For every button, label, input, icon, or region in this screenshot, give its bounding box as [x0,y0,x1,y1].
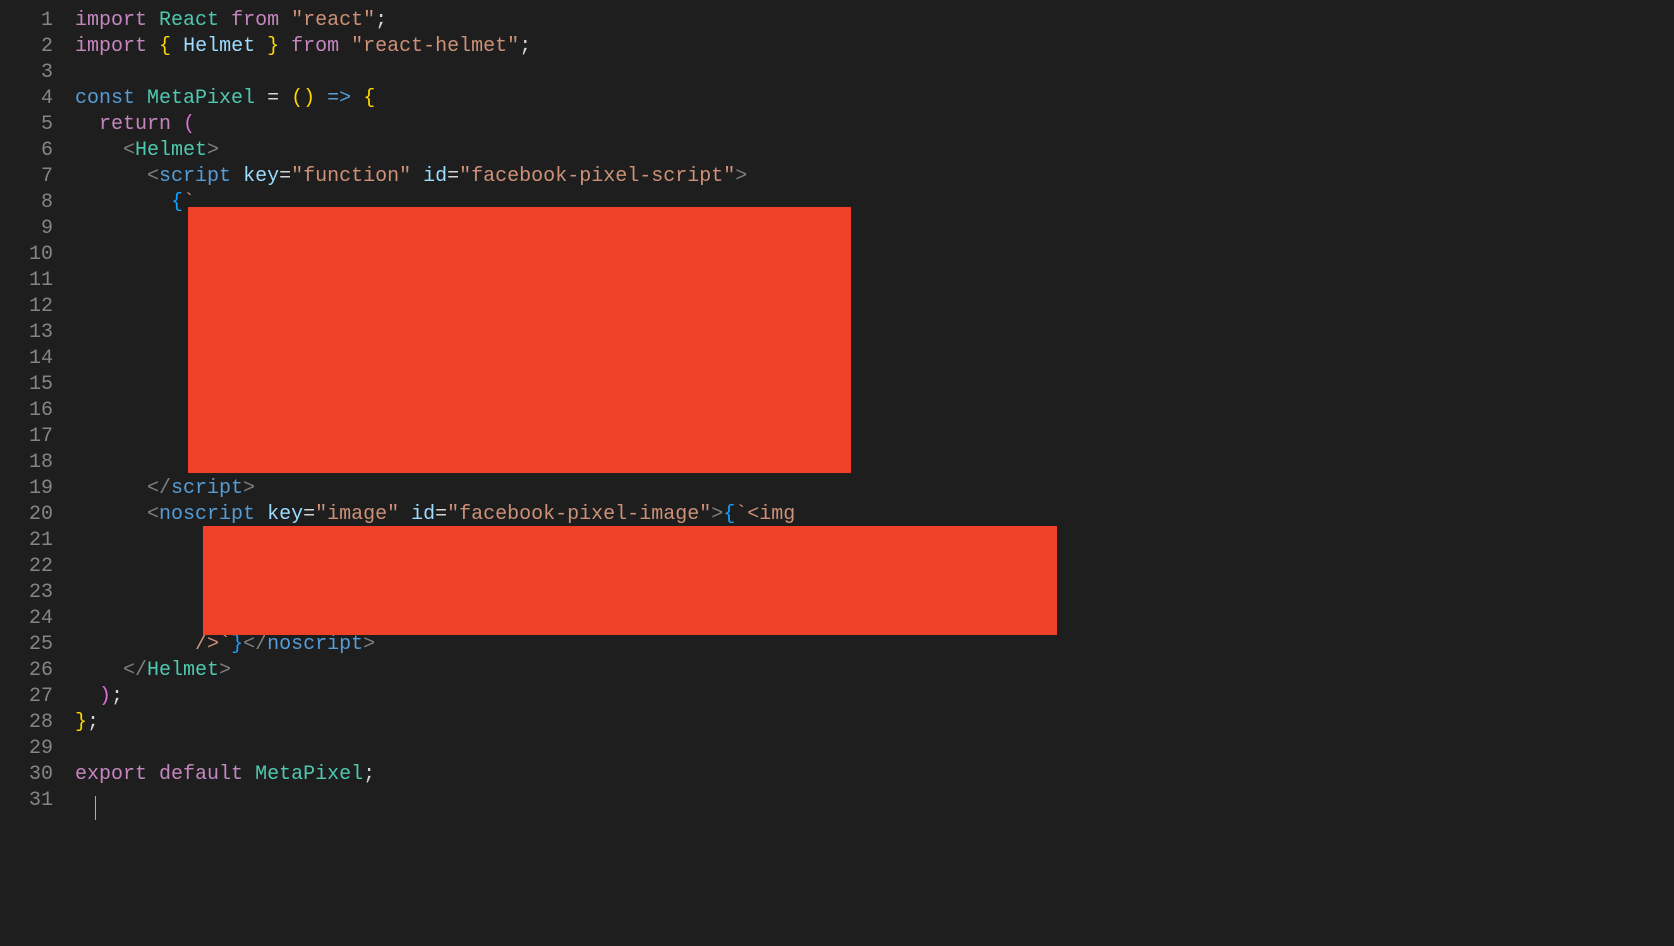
line-number: 11 [0,268,53,294]
line-number: 21 [0,528,53,554]
line-number: 2 [0,34,53,60]
line-number: 28 [0,710,53,736]
code-line[interactable]: import React from "react"; [75,8,1674,34]
line-number: 17 [0,424,53,450]
code-line[interactable]: return ( [75,112,1674,138]
code-editor[interactable]: 1 2 3 4 5 6 7 8 9 10 11 12 13 14 15 16 1… [0,0,1674,946]
line-number: 19 [0,476,53,502]
redaction-block [188,207,851,473]
line-number: 1 [0,8,53,34]
code-line[interactable]: ); [75,684,1674,710]
code-line[interactable]: }; [75,710,1674,736]
line-number: 18 [0,450,53,476]
line-number: 5 [0,112,53,138]
line-number: 10 [0,242,53,268]
code-line[interactable]: />`}</noscript> [75,632,1674,658]
line-number-gutter: 1 2 3 4 5 6 7 8 9 10 11 12 13 14 15 16 1… [0,8,75,946]
code-line[interactable]: <script key="function" id="facebook-pixe… [75,164,1674,190]
line-number: 27 [0,684,53,710]
line-number: 12 [0,294,53,320]
line-number: 22 [0,554,53,580]
code-line[interactable]: <noscript key="image" id="facebook-pixel… [75,502,1674,528]
line-number: 20 [0,502,53,528]
code-line[interactable]: export default MetaPixel; [75,762,1674,788]
code-line[interactable]: <Helmet> [75,138,1674,164]
code-line[interactable]: const MetaPixel = () => { [75,86,1674,112]
line-number: 30 [0,762,53,788]
code-area[interactable]: import React from "react"; import { Helm… [75,8,1674,946]
code-line[interactable] [75,736,1674,762]
line-number: 24 [0,606,53,632]
line-number: 4 [0,86,53,112]
line-number: 23 [0,580,53,606]
text-cursor [95,796,96,820]
code-line[interactable] [75,788,1674,814]
line-number: 3 [0,60,53,86]
code-line[interactable]: import { Helmet } from "react-helmet"; [75,34,1674,60]
code-line[interactable]: </script> [75,476,1674,502]
line-number: 31 [0,788,53,814]
line-number: 13 [0,320,53,346]
line-number: 29 [0,736,53,762]
line-number: 15 [0,372,53,398]
line-number: 26 [0,658,53,684]
code-line[interactable]: </Helmet> [75,658,1674,684]
line-number: 25 [0,632,53,658]
line-number: 16 [0,398,53,424]
redaction-block [203,526,1057,635]
line-number: 9 [0,216,53,242]
code-line[interactable] [75,60,1674,86]
line-number: 6 [0,138,53,164]
line-number: 14 [0,346,53,372]
line-number: 8 [0,190,53,216]
line-number: 7 [0,164,53,190]
